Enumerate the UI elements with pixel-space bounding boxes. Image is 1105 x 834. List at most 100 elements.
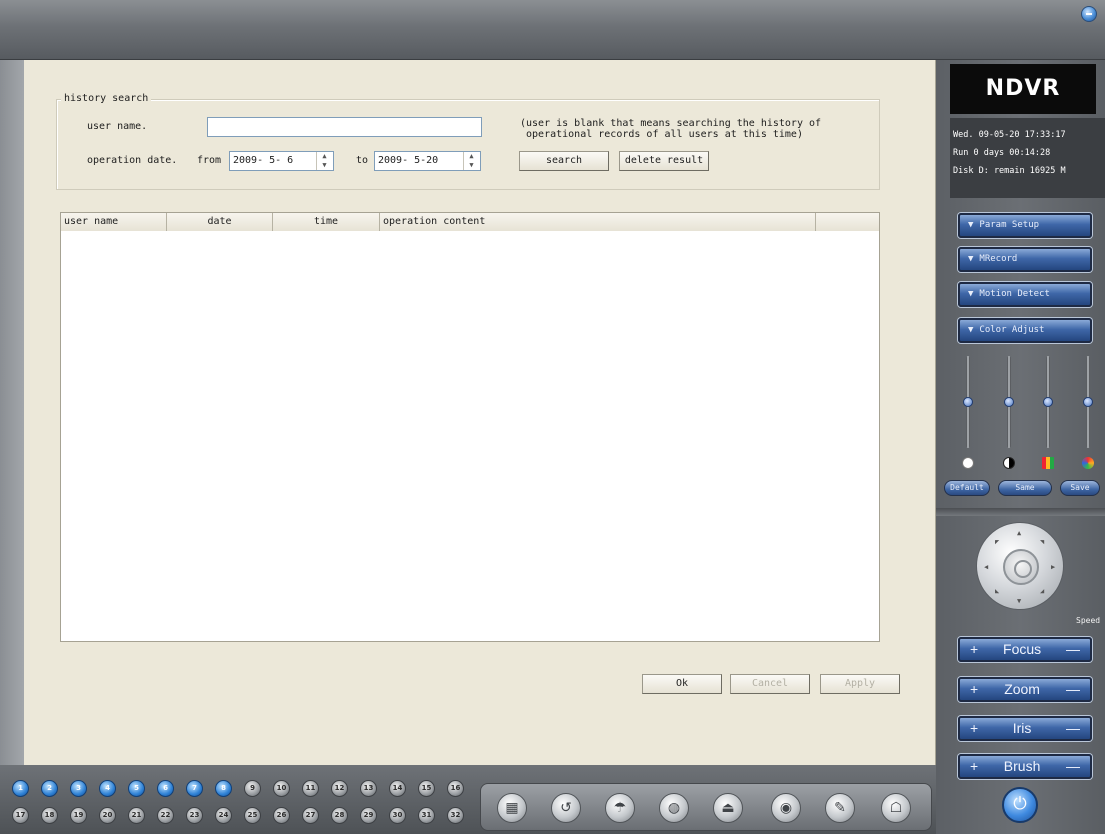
spin-down-icon[interactable]: ▼ <box>317 161 332 170</box>
search-button[interactable]: search <box>519 151 609 171</box>
mrecord-button[interactable]: ▼ MRecord <box>958 247 1092 272</box>
from-date-picker[interactable]: 2009- 5- 6 ▲ ▼ <box>229 151 334 171</box>
focus-plus-button[interactable]: + <box>970 639 978 660</box>
spin-up-icon[interactable]: ▲ <box>464 152 479 161</box>
iris-plus-button[interactable]: + <box>970 718 978 739</box>
channel-button-29[interactable]: 29 <box>360 807 377 824</box>
record-icon[interactable]: ⏏ <box>713 793 743 823</box>
iris-minus-button[interactable]: — <box>1066 718 1080 739</box>
apply-button[interactable]: Apply <box>820 674 900 694</box>
saturation-slider[interactable] <box>1043 356 1053 448</box>
focus-control[interactable]: + Focus — <box>958 637 1092 662</box>
channel-button-18[interactable]: 18 <box>41 807 58 824</box>
arrow-up-right-icon[interactable]: ◥ <box>1040 538 1044 546</box>
joystick-center[interactable] <box>1003 549 1039 585</box>
channel-button-21[interactable]: 21 <box>128 807 145 824</box>
default-button[interactable]: Default <box>944 480 990 496</box>
channel-button-28[interactable]: 28 <box>331 807 348 824</box>
slider-knob[interactable] <box>963 397 973 407</box>
channel-button-5[interactable]: 5 <box>128 780 145 797</box>
lock-icon[interactable]: ☖ <box>881 793 911 823</box>
channel-button-4[interactable]: 4 <box>99 780 116 797</box>
spin-down-icon[interactable]: ▼ <box>464 161 479 170</box>
network-icon[interactable]: ☂ <box>605 793 635 823</box>
channel-button-30[interactable]: 30 <box>389 807 406 824</box>
zoom-control[interactable]: + Zoom — <box>958 677 1092 702</box>
zoom-plus-button[interactable]: + <box>970 679 978 700</box>
channel-button-8[interactable]: 8 <box>215 780 232 797</box>
channel-button-13[interactable]: 13 <box>360 780 377 797</box>
slider-knob[interactable] <box>1004 397 1014 407</box>
color-adjust-button[interactable]: ▼ Color Adjust <box>958 318 1092 343</box>
brush-plus-button[interactable]: + <box>970 756 978 777</box>
channel-button-31[interactable]: 31 <box>418 807 435 824</box>
arrow-down-right-icon[interactable]: ◢ <box>1040 587 1044 595</box>
channel-button-7[interactable]: 7 <box>186 780 203 797</box>
channel-button-27[interactable]: 27 <box>302 807 319 824</box>
to-date-picker[interactable]: 2009- 5-20 ▲ ▼ <box>374 151 481 171</box>
operation-date-label: operation date. <box>87 155 178 166</box>
brightness-slider[interactable] <box>963 356 973 448</box>
channel-button-9[interactable]: 9 <box>244 780 261 797</box>
ok-button[interactable]: Ok <box>642 674 722 694</box>
channel-button-32[interactable]: 32 <box>447 807 464 824</box>
user-name-input[interactable] <box>207 117 482 137</box>
arrow-left-icon[interactable]: ◀ <box>984 563 988 571</box>
playback-icon[interactable]: ↺ <box>551 793 581 823</box>
globe-icon[interactable]: ◍ <box>659 793 689 823</box>
channel-button-6[interactable]: 6 <box>157 780 174 797</box>
channel-button-22[interactable]: 22 <box>157 807 174 824</box>
column-header-operation-content[interactable]: operation content <box>380 213 816 231</box>
close-icon[interactable] <box>1081 6 1097 22</box>
column-header-extra[interactable] <box>816 213 879 231</box>
same-button[interactable]: Same <box>998 480 1052 496</box>
channel-button-16[interactable]: 16 <box>447 780 464 797</box>
ptz-joystick[interactable]: ▲ ▼ ◀ ▶ ◤ ◥ ◣ ◢ <box>976 522 1064 610</box>
arrow-down-icon[interactable]: ▼ <box>1017 597 1021 605</box>
channel-button-24[interactable]: 24 <box>215 807 232 824</box>
channel-button-19[interactable]: 19 <box>70 807 87 824</box>
save-button[interactable]: Save <box>1060 480 1100 496</box>
iris-control[interactable]: + Iris — <box>958 716 1092 741</box>
slider-knob[interactable] <box>1083 397 1093 407</box>
contrast-slider[interactable] <box>1004 356 1014 448</box>
to-date-spinner[interactable]: ▲ ▼ <box>463 152 479 170</box>
from-date-spinner[interactable]: ▲ ▼ <box>316 152 332 170</box>
focus-minus-button[interactable]: — <box>1066 639 1080 660</box>
zoom-minus-button[interactable]: — <box>1066 679 1080 700</box>
channel-button-3[interactable]: 3 <box>70 780 87 797</box>
cancel-button[interactable]: Cancel <box>730 674 810 694</box>
arrow-up-left-icon[interactable]: ◤ <box>995 538 999 546</box>
brush-minus-button[interactable]: — <box>1066 756 1080 777</box>
channel-button-26[interactable]: 26 <box>273 807 290 824</box>
param-setup-button[interactable]: ▼ Param Setup <box>958 213 1092 238</box>
channel-button-1[interactable]: 1 <box>12 780 29 797</box>
power-icon[interactable] <box>1002 787 1038 823</box>
layout-icon[interactable]: ▦ <box>497 793 527 823</box>
column-header-date[interactable]: date <box>167 213 273 231</box>
column-header-user-name[interactable]: user name <box>61 213 167 231</box>
arrow-right-icon[interactable]: ▶ <box>1051 563 1055 571</box>
channel-button-2[interactable]: 2 <box>41 780 58 797</box>
history-search-group: history search user name. (user is blank… <box>56 93 880 190</box>
camera-icon[interactable]: ◉ <box>771 793 801 823</box>
channel-button-10[interactable]: 10 <box>273 780 290 797</box>
spin-up-icon[interactable]: ▲ <box>317 152 332 161</box>
channel-button-17[interactable]: 17 <box>12 807 29 824</box>
arrow-up-icon[interactable]: ▲ <box>1017 529 1021 537</box>
channel-button-15[interactable]: 15 <box>418 780 435 797</box>
delete-result-button[interactable]: delete result <box>619 151 709 171</box>
hue-slider[interactable] <box>1083 356 1093 448</box>
arrow-down-left-icon[interactable]: ◣ <box>995 587 999 595</box>
edit-icon[interactable]: ✎ <box>825 793 855 823</box>
channel-button-23[interactable]: 23 <box>186 807 203 824</box>
channel-button-25[interactable]: 25 <box>244 807 261 824</box>
channel-button-12[interactable]: 12 <box>331 780 348 797</box>
channel-button-11[interactable]: 11 <box>302 780 319 797</box>
channel-button-20[interactable]: 20 <box>99 807 116 824</box>
motion-detect-button[interactable]: ▼ Motion Detect <box>958 282 1092 307</box>
column-header-time[interactable]: time <box>273 213 380 231</box>
channel-button-14[interactable]: 14 <box>389 780 406 797</box>
slider-knob[interactable] <box>1043 397 1053 407</box>
brush-control[interactable]: + Brush — <box>958 754 1092 779</box>
